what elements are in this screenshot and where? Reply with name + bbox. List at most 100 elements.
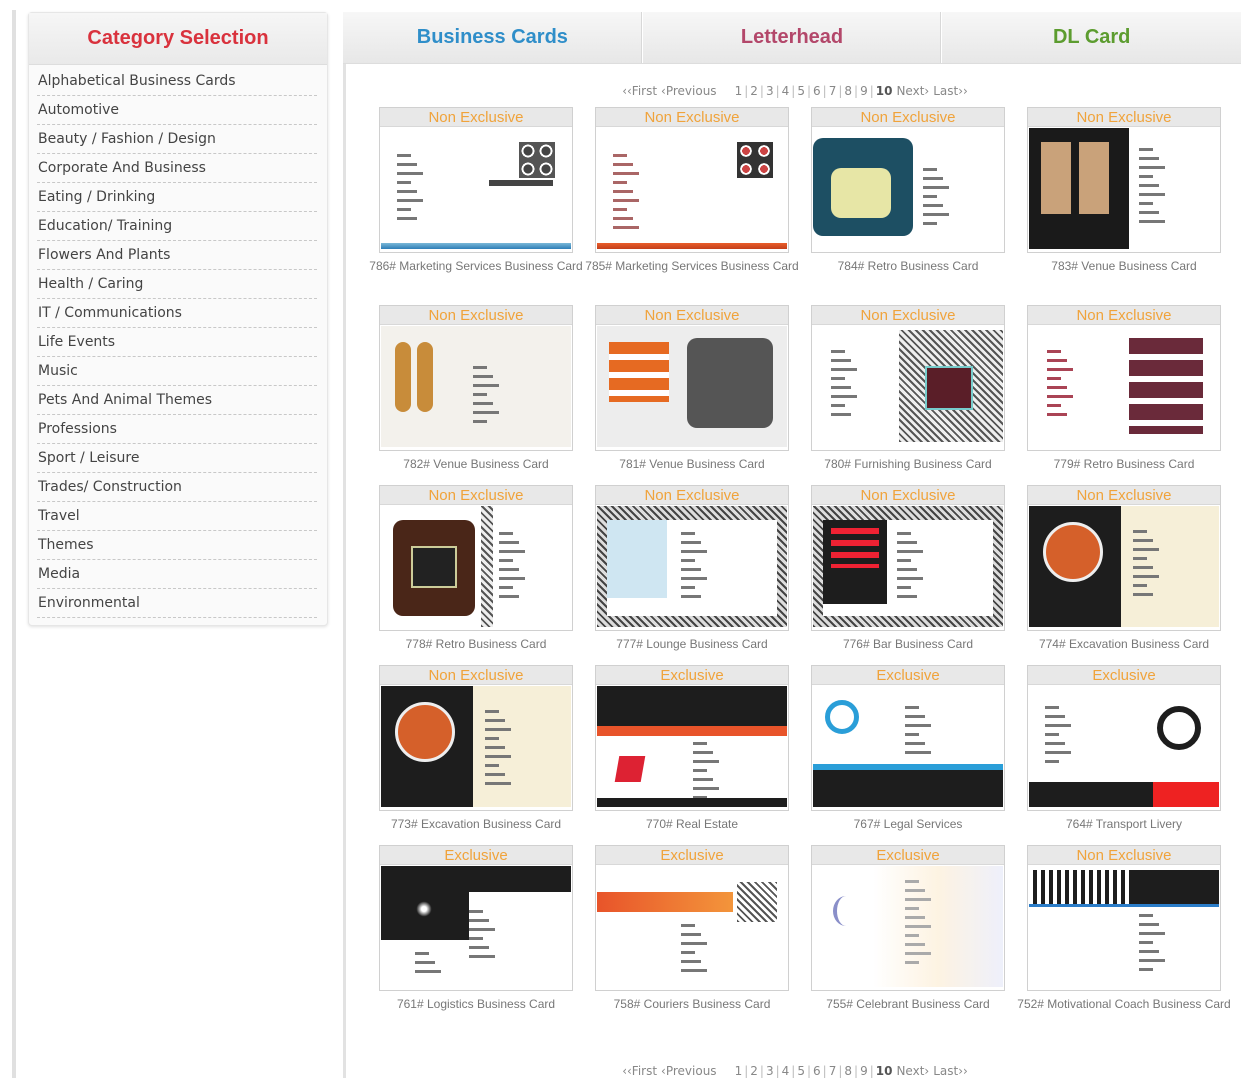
pager-page-link[interactable]: 8: [844, 84, 852, 98]
tab-letterhead[interactable]: Letterhead: [643, 12, 943, 63]
category-item[interactable]: Education/ Training: [37, 212, 317, 241]
pager-page-link[interactable]: 4: [782, 1064, 790, 1078]
pager-next-link[interactable]: Next›: [896, 1064, 929, 1078]
product-thumbnail[interactable]: Non Exclusive: [595, 305, 789, 451]
product-thumbnail[interactable]: Non Exclusive: [1027, 305, 1221, 451]
product-caption-link[interactable]: 773# Excavation Business Card: [368, 816, 584, 832]
product-item: Non Exclusive 784# Retro Business Card: [800, 107, 1016, 274]
pager-page-link[interactable]: 5: [797, 1064, 805, 1078]
product-thumbnail[interactable]: Exclusive: [811, 845, 1005, 991]
category-item[interactable]: Health / Caring: [37, 270, 317, 299]
card-design-preview: [597, 128, 787, 249]
product-caption-link[interactable]: 774# Excavation Business Card: [1016, 636, 1232, 652]
product-caption-link[interactable]: 784# Retro Business Card: [800, 258, 1016, 274]
category-item[interactable]: Beauty / Fashion / Design: [37, 125, 317, 154]
category-item[interactable]: IT / Communications: [37, 299, 317, 328]
product-thumbnail[interactable]: Non Exclusive: [811, 485, 1005, 631]
product-thumbnail[interactable]: Exclusive: [811, 665, 1005, 811]
category-item[interactable]: Professions: [37, 415, 317, 444]
pager-page-link[interactable]: 9: [860, 84, 868, 98]
category-item[interactable]: Media: [37, 560, 317, 589]
product-caption-link[interactable]: 779# Retro Business Card: [1016, 456, 1232, 472]
card-design-preview: [381, 686, 571, 807]
product-caption-link[interactable]: 761# Logistics Business Card: [368, 996, 584, 1012]
pager-page-link[interactable]: 2: [750, 1064, 758, 1078]
pager-page-link[interactable]: 9: [860, 1064, 868, 1078]
pager-page-link[interactable]: 8: [844, 1064, 852, 1078]
product-caption-link[interactable]: 783# Venue Business Card: [1016, 258, 1232, 274]
product-caption-link[interactable]: 758# Couriers Business Card: [584, 996, 800, 1012]
pager-previous-link[interactable]: ‹Previous: [661, 1064, 717, 1078]
product-caption-link[interactable]: 778# Retro Business Card: [368, 636, 584, 652]
tab-business-cards[interactable]: Business Cards: [343, 12, 643, 63]
pager-first-link[interactable]: ‹‹First: [622, 1064, 657, 1078]
product-thumbnail[interactable]: Exclusive: [379, 845, 573, 991]
product-thumbnail[interactable]: Non Exclusive: [379, 305, 573, 451]
pager-first-link[interactable]: ‹‹First: [622, 84, 657, 98]
pager-page-link[interactable]: 3: [766, 84, 774, 98]
exclusivity-badge: Non Exclusive: [812, 108, 1004, 127]
category-item[interactable]: Pets And Animal Themes: [37, 386, 317, 415]
pager-page-link[interactable]: 7: [829, 1064, 837, 1078]
pager-separator: |: [854, 84, 859, 98]
category-item[interactable]: Trades/ Construction: [37, 473, 317, 502]
product-thumbnail[interactable]: Non Exclusive: [379, 665, 573, 811]
product-thumbnail[interactable]: Non Exclusive: [1027, 845, 1221, 991]
product-thumbnail[interactable]: Non Exclusive: [1027, 485, 1221, 631]
pager-page-link[interactable]: 3: [766, 1064, 774, 1078]
product-thumbnail[interactable]: Exclusive: [1027, 665, 1221, 811]
category-item[interactable]: Life Events: [37, 328, 317, 357]
tab-dl-card[interactable]: DL Card: [942, 12, 1241, 63]
category-item[interactable]: Music: [37, 357, 317, 386]
product-caption-link[interactable]: 786# Marketing Services Business Card: [368, 258, 584, 274]
product-caption-link[interactable]: 767# Legal Services: [800, 816, 1016, 832]
category-item[interactable]: Eating / Drinking: [37, 183, 317, 212]
product-caption-link[interactable]: 777# Lounge Business Card: [584, 636, 800, 652]
product-thumbnail[interactable]: Non Exclusive: [595, 107, 789, 253]
product-item: Exclusive 767# Legal Services: [800, 665, 1016, 832]
pager-page-link[interactable]: 7: [829, 84, 837, 98]
pager-page-link[interactable]: 5: [797, 84, 805, 98]
product-thumbnail[interactable]: Non Exclusive: [1027, 107, 1221, 253]
product-caption-link[interactable]: 781# Venue Business Card: [584, 456, 800, 472]
product-caption-link[interactable]: 770# Real Estate: [584, 816, 800, 832]
pager-page-link[interactable]: 6: [813, 1064, 821, 1078]
product-thumbnail[interactable]: Exclusive: [595, 845, 789, 991]
product-thumbnail[interactable]: Non Exclusive: [811, 305, 1005, 451]
card-design-preview: [381, 506, 571, 627]
category-item[interactable]: Automotive: [37, 96, 317, 125]
product-item: Non Exclusive 777# Lounge Business Card: [584, 485, 800, 652]
product-caption-link[interactable]: 780# Furnishing Business Card: [800, 456, 1016, 472]
category-item[interactable]: Flowers And Plants: [37, 241, 317, 270]
category-item[interactable]: Environmental: [37, 589, 317, 618]
category-item[interactable]: Alphabetical Business Cards: [37, 67, 317, 96]
pager-page-link[interactable]: 2: [750, 84, 758, 98]
category-item[interactable]: Themes: [37, 531, 317, 560]
pager-last-link[interactable]: Last››: [933, 84, 968, 98]
product-thumbnail[interactable]: Non Exclusive: [379, 485, 573, 631]
product-caption-link[interactable]: 776# Bar Business Card: [800, 636, 1016, 652]
product-caption-link[interactable]: 752# Motivational Coach Business Card: [1016, 996, 1232, 1012]
product-caption-link[interactable]: 782# Venue Business Card: [368, 456, 584, 472]
product-caption-link[interactable]: 755# Celebrant Business Card: [800, 996, 1016, 1012]
product-thumbnail[interactable]: Non Exclusive: [595, 485, 789, 631]
product-caption-link[interactable]: 785# Marketing Services Business Card: [584, 258, 800, 274]
exclusivity-badge: Exclusive: [380, 846, 572, 865]
card-design-preview: [1029, 128, 1219, 249]
product-thumbnail[interactable]: Non Exclusive: [379, 107, 573, 253]
pager-next-link[interactable]: Next›: [896, 84, 929, 98]
pager-page-link[interactable]: 10: [876, 84, 893, 98]
category-item[interactable]: Sport / Leisure: [37, 444, 317, 473]
category-item[interactable]: Travel: [37, 502, 317, 531]
category-item[interactable]: Corporate And Business: [37, 154, 317, 183]
pager-page-link[interactable]: 10: [876, 1064, 893, 1078]
product-caption-link[interactable]: 764# Transport Livery: [1016, 816, 1232, 832]
product-thumbnail[interactable]: Exclusive: [595, 665, 789, 811]
pager-page-link[interactable]: 6: [813, 84, 821, 98]
pager-last-link[interactable]: Last››: [933, 1064, 968, 1078]
product-thumbnail[interactable]: Non Exclusive: [811, 107, 1005, 253]
pager-page-link[interactable]: 4: [782, 84, 790, 98]
pager-page-link[interactable]: 1: [735, 84, 743, 98]
pager-page-link[interactable]: 1: [735, 1064, 743, 1078]
pager-previous-link[interactable]: ‹Previous: [661, 84, 717, 98]
